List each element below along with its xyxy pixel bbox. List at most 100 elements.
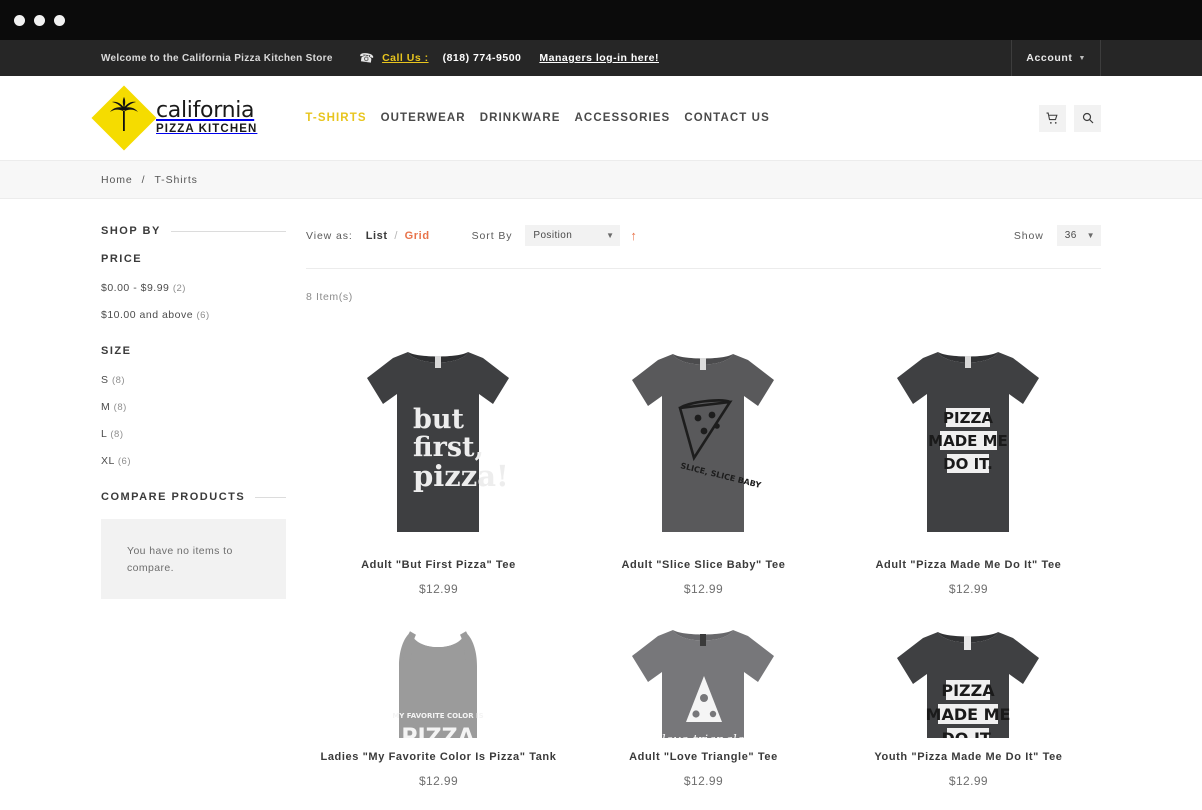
size-filter-list: S (8) M (8) L (8) XL (6) bbox=[101, 370, 286, 469]
nav-item-t-shirts[interactable]: T-SHIRTS bbox=[305, 112, 366, 124]
size-filter-label: L bbox=[101, 428, 107, 440]
title-rule bbox=[171, 231, 286, 232]
price-filter-count: (2) bbox=[173, 283, 186, 294]
product-card[interactable]: MY FAVORITE COLOR IS PIZZA Ladies "My Fa… bbox=[306, 618, 571, 810]
product-price: $12.99 bbox=[571, 582, 836, 596]
nav-item-outerwear[interactable]: OUTERWEAR bbox=[381, 112, 466, 124]
account-menu[interactable]: Account ▼ bbox=[1011, 40, 1101, 76]
list-item: L (8) bbox=[101, 424, 286, 442]
breadcrumb: Home / T-Shirts bbox=[0, 160, 1202, 199]
view-as-label: View as: bbox=[306, 230, 353, 242]
managers-login-link[interactable]: Managers log-in here! bbox=[539, 52, 659, 64]
product-title[interactable]: Adult "Slice Slice Baby" Tee bbox=[571, 558, 836, 573]
product-price: $12.99 bbox=[571, 774, 836, 788]
svg-text:MADE ME: MADE ME bbox=[929, 432, 1009, 450]
product-title[interactable]: Ladies "My Favorite Color Is Pizza" Tank bbox=[306, 750, 571, 765]
list-item: $0.00 - $9.99 (2) bbox=[101, 278, 286, 296]
nav-item-drinkware[interactable]: DRINKWARE bbox=[480, 112, 561, 124]
svg-text:love triangle: love triangle bbox=[662, 733, 745, 738]
size-filter-count: (6) bbox=[118, 456, 131, 467]
list-item: $10.00 and above (6) bbox=[101, 305, 286, 323]
sort-by-select[interactable]: Position ▼ bbox=[525, 225, 620, 246]
product-card[interactable]: PIZZA MADE ME DO IT. Youth "Pizza Made M… bbox=[836, 618, 1101, 810]
view-mode-separator: / bbox=[394, 230, 398, 242]
size-filter-option-l[interactable]: L (8) bbox=[101, 428, 124, 440]
logo-line-2: PIZZA KITCHEN bbox=[156, 124, 257, 136]
show-value: 36 bbox=[1065, 230, 1077, 241]
svg-text:DO IT.: DO IT. bbox=[942, 729, 995, 738]
price-filter-option[interactable]: $0.00 - $9.99 (2) bbox=[101, 282, 186, 294]
page-body: SHOP BY PRICE $0.00 - $9.99 (2) $10.00 a… bbox=[101, 199, 1101, 810]
product-title[interactable]: Adult "But First Pizza" Tee bbox=[306, 558, 571, 573]
product-price: $12.99 bbox=[836, 774, 1101, 788]
nav-item-accessories[interactable]: ACCESSORIES bbox=[575, 112, 671, 124]
svg-text:MADE ME: MADE ME bbox=[926, 705, 1011, 724]
breadcrumb-separator: / bbox=[142, 174, 146, 186]
breadcrumb-home[interactable]: Home bbox=[101, 174, 133, 186]
sort-by-value: Position bbox=[533, 230, 572, 241]
size-filter-option-m[interactable]: M (8) bbox=[101, 401, 127, 413]
size-filter-label: XL bbox=[101, 455, 114, 467]
phone-group: ☎ Call Us : (818) 774-9500 Managers log-… bbox=[359, 51, 659, 65]
price-filter-option[interactable]: $10.00 and above (6) bbox=[101, 309, 210, 321]
product-image-pizza-made-me-do-it-youth[interactable]: PIZZA MADE ME DO IT. bbox=[836, 618, 1101, 738]
filter-heading-price: PRICE bbox=[101, 253, 286, 265]
product-card[interactable]: love triangle Adult "Love Triangle" Tee … bbox=[571, 618, 836, 810]
svg-text:but: but bbox=[413, 404, 465, 435]
palm-tree-icon bbox=[101, 95, 147, 141]
sort-by-label: Sort By bbox=[472, 230, 513, 242]
site-logo[interactable]: california PIZZA KITCHEN bbox=[101, 95, 257, 141]
product-title[interactable]: Adult "Love Triangle" Tee bbox=[571, 750, 836, 765]
product-grid: but first, pizza! Adult "But First Pizza… bbox=[306, 321, 1101, 810]
size-filter-label: S bbox=[101, 374, 109, 386]
size-filter-option-s[interactable]: S (8) bbox=[101, 374, 125, 386]
logo-line-1: california bbox=[156, 100, 257, 122]
compare-products-title: COMPARE PRODUCTS bbox=[101, 491, 286, 503]
product-title[interactable]: Adult "Pizza Made Me Do It" Tee bbox=[836, 558, 1101, 573]
phone-number: (818) 774-9500 bbox=[443, 52, 522, 64]
browser-chrome-bar bbox=[0, 0, 1202, 40]
svg-text:MY FAVORITE COLOR IS: MY FAVORITE COLOR IS bbox=[393, 712, 484, 720]
show-per-page-select[interactable]: 36 ▼ bbox=[1057, 225, 1101, 246]
product-card[interactable]: PIZZA MADE ME DO IT. Adult "Pizza Made M… bbox=[836, 321, 1101, 618]
logo-wordmark: california PIZZA KITCHEN bbox=[156, 100, 257, 136]
chevron-down-icon: ▼ bbox=[1087, 231, 1095, 240]
filter-heading-size: SIZE bbox=[101, 345, 286, 357]
product-price: $12.99 bbox=[306, 774, 571, 788]
product-price: $12.99 bbox=[306, 582, 571, 596]
site-header: california PIZZA KITCHEN T-SHIRTS OUTERW… bbox=[0, 76, 1202, 160]
product-title[interactable]: Youth "Pizza Made Me Do It" Tee bbox=[836, 750, 1101, 765]
welcome-message: Welcome to the California Pizza Kitchen … bbox=[101, 53, 333, 64]
product-image-slice-slice-baby[interactable]: SLICE, SLICE BABY bbox=[571, 321, 836, 546]
window-maximize-dot[interactable] bbox=[54, 15, 65, 26]
call-us-label[interactable]: Call Us : bbox=[382, 52, 429, 64]
list-item: XL (6) bbox=[101, 451, 286, 469]
product-card[interactable]: SLICE, SLICE BABY Adult "Slice Slice Bab… bbox=[571, 321, 836, 618]
phone-icon: ☎ bbox=[358, 50, 375, 66]
product-image-favorite-color-pizza[interactable]: MY FAVORITE COLOR IS PIZZA bbox=[306, 618, 571, 738]
compare-empty-message: You have no items to compare. bbox=[101, 519, 286, 599]
view-mode-grid[interactable]: Grid bbox=[405, 230, 430, 242]
svg-text:DO IT.: DO IT. bbox=[944, 455, 994, 473]
svg-text:PIZZA: PIZZA bbox=[942, 681, 996, 700]
header-actions bbox=[1039, 105, 1101, 132]
sort-controls: Sort By Position ▼ ↑ bbox=[472, 225, 637, 246]
sort-direction-icon[interactable]: ↑ bbox=[630, 229, 637, 242]
search-icon[interactable] bbox=[1074, 105, 1101, 132]
chevron-down-icon: ▼ bbox=[606, 231, 614, 240]
nav-item-contact-us[interactable]: CONTACT US bbox=[684, 112, 770, 124]
window-minimize-dot[interactable] bbox=[34, 15, 45, 26]
product-image-but-first-pizza[interactable]: but first, pizza! bbox=[306, 321, 571, 546]
logo-diamond bbox=[91, 85, 156, 150]
product-listing: View as: List / Grid Sort By Position ▼ … bbox=[286, 225, 1101, 810]
title-rule bbox=[255, 497, 286, 498]
cart-icon[interactable] bbox=[1039, 105, 1066, 132]
size-filter-option-xl[interactable]: XL (6) bbox=[101, 455, 131, 467]
product-image-love-triangle[interactable]: love triangle bbox=[571, 618, 836, 738]
product-image-pizza-made-me-do-it[interactable]: PIZZA MADE ME DO IT. bbox=[836, 321, 1101, 546]
view-mode-list[interactable]: List bbox=[366, 230, 388, 242]
show-controls: Show 36 ▼ bbox=[1014, 225, 1101, 246]
main-navigation: T-SHIRTS OUTERWEAR DRINKWARE ACCESSORIES… bbox=[305, 112, 769, 124]
product-card[interactable]: but first, pizza! Adult "But First Pizza… bbox=[306, 321, 571, 618]
window-close-dot[interactable] bbox=[14, 15, 25, 26]
